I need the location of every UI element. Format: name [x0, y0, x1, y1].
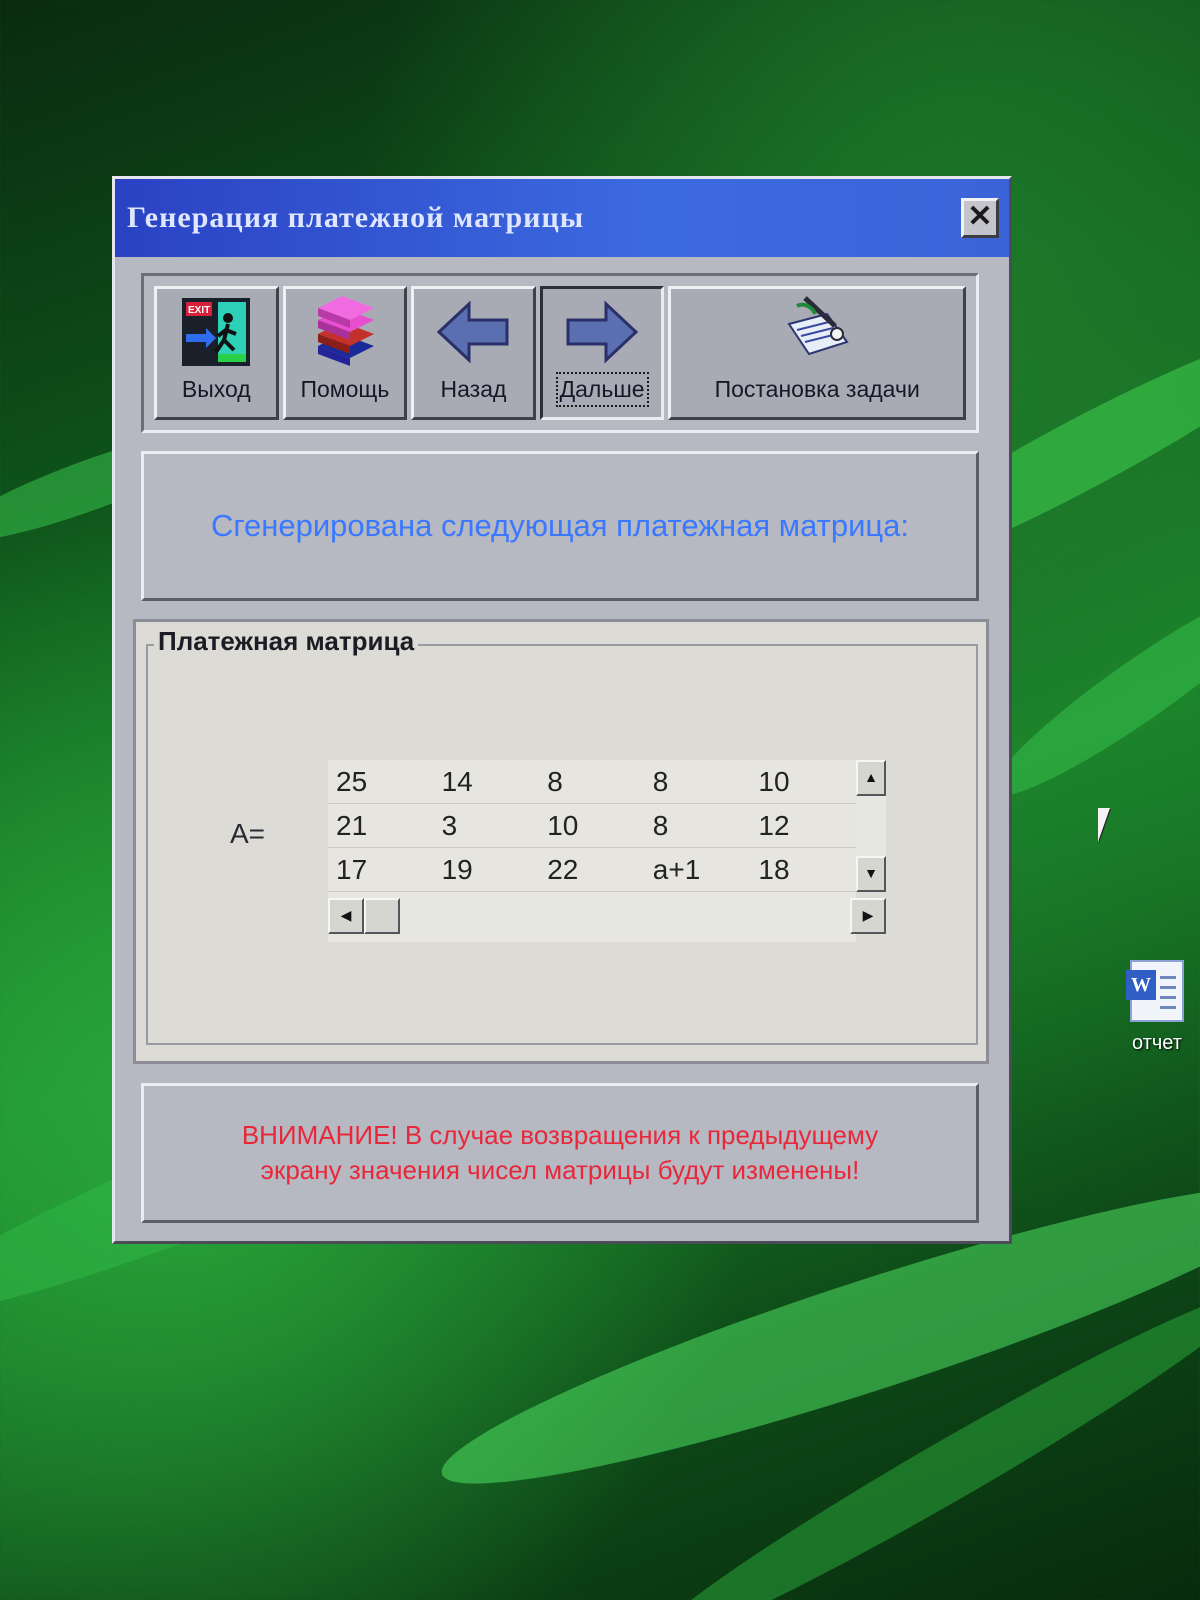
- back-button-label: Назад: [440, 376, 507, 402]
- horizontal-scroll-thumb[interactable]: [364, 898, 400, 934]
- back-button[interactable]: Назад: [411, 286, 536, 420]
- warning-text-line1: ВНИМАНИЕ! В случае возвращения к предыду…: [241, 1120, 879, 1150]
- svg-text:EXIT: EXIT: [188, 305, 210, 316]
- horizontal-scrollbar[interactable]: ◀ ▶: [328, 898, 886, 934]
- task-statement-button[interactable]: Постановка задачи: [668, 286, 966, 420]
- message-panel: Сгенерирована следующая платежная матриц…: [141, 451, 979, 601]
- task-notepad-icon: [772, 294, 862, 370]
- matrix-row: 21 3 10 8 12: [328, 804, 856, 848]
- books-icon: [300, 294, 390, 370]
- exit-button[interactable]: EXIT Выход: [154, 286, 279, 420]
- next-button-label: Дальше: [555, 372, 649, 407]
- matrix-cell[interactable]: 19: [434, 848, 540, 891]
- warning-text-line2: экрану значения чисел матрицы будут изме…: [260, 1155, 860, 1185]
- vertical-scrollbar[interactable]: ▲ ▼: [856, 760, 886, 892]
- matrix-cell[interactable]: 12: [750, 804, 856, 847]
- matrix-cell[interactable]: 8: [645, 760, 751, 803]
- matrix-cell[interactable]: 8: [539, 760, 645, 803]
- matrix-cell[interactable]: 3: [434, 804, 540, 847]
- matrix-row: 25 14 8 8 10: [328, 760, 856, 804]
- exit-icon: EXIT: [171, 294, 261, 370]
- arrow-right-icon: [557, 294, 647, 370]
- vertical-scroll-track[interactable]: [856, 796, 886, 856]
- title-bar[interactable]: Генерация платежной матрицы ✕: [115, 179, 1009, 257]
- message-text: Сгенерирована следующая платежная матриц…: [210, 508, 910, 543]
- word-document-icon: W: [1126, 960, 1184, 1022]
- matrix-cell[interactable]: 25: [328, 760, 434, 803]
- arrow-left-icon: [428, 294, 518, 370]
- help-button-label: Помощь: [300, 376, 390, 402]
- close-button[interactable]: ✕: [961, 198, 999, 238]
- matrix-cell[interactable]: a+1: [645, 848, 751, 891]
- groupbox-label: Платежная матрица: [154, 626, 419, 657]
- toolbar: EXIT Выход Помощь Назад Дальше Постановк…: [141, 273, 979, 433]
- scroll-up-icon[interactable]: ▲: [856, 760, 886, 796]
- matrix-cell[interactable]: 8: [645, 804, 751, 847]
- matrix-cell[interactable]: 22: [539, 848, 645, 891]
- matrix-cell[interactable]: 18: [750, 848, 856, 891]
- help-button[interactable]: Помощь: [282, 286, 408, 420]
- matrix-row: 17 19 22 a+1 18: [328, 848, 856, 892]
- dialog-window: Генерация платежной матрицы ✕ EXIT Выход: [112, 176, 1012, 1244]
- matrix-cell[interactable]: 14: [434, 760, 540, 803]
- matrix-cell[interactable]: 17: [328, 848, 434, 891]
- matrix-cell[interactable]: 10: [539, 804, 645, 847]
- window-title: Генерация платежной матрицы: [127, 201, 585, 234]
- scroll-right-icon[interactable]: ▶: [850, 898, 886, 934]
- horizontal-scroll-track[interactable]: [400, 898, 850, 934]
- desktop-icon-report[interactable]: W отчет: [1118, 960, 1196, 1055]
- scroll-down-icon[interactable]: ▼: [856, 856, 886, 892]
- scroll-left-icon[interactable]: ◀: [328, 898, 364, 934]
- task-statement-button-label: Постановка задачи: [714, 376, 920, 402]
- matrix-cell[interactable]: 10: [750, 760, 856, 803]
- exit-button-label: Выход: [181, 376, 251, 402]
- next-button[interactable]: Дальше: [539, 286, 665, 420]
- desktop-icon-label: отчет: [1132, 1032, 1182, 1054]
- mouse-cursor-icon: [1098, 808, 1122, 842]
- matrix-prefix-label: А=: [230, 818, 266, 849]
- matrix-groupbox: Платежная матрица А= 25 14 8 8 10 21 3 1…: [133, 619, 989, 1064]
- warning-panel: ВНИМАНИЕ! В случае возвращения к предыду…: [141, 1083, 979, 1223]
- matrix-cell[interactable]: 21: [328, 804, 434, 847]
